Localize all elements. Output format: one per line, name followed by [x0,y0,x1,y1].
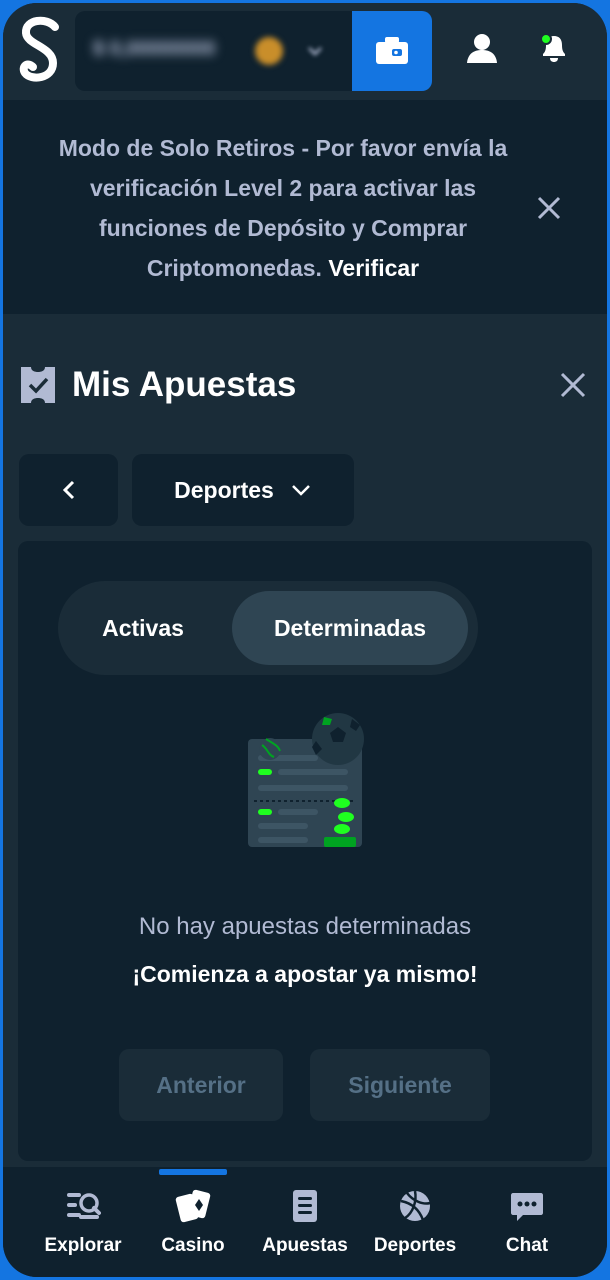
explore-icon [67,1193,101,1219]
app-frame: $ 0,00000000 Modo de Solo Retiros - Por … [3,3,607,1277]
notifications-button[interactable] [531,25,577,71]
balance-amount: $ 0,00000000 [93,38,216,60]
casino-cards-icon [175,1189,211,1223]
nav-item-chat[interactable]: Chat [475,1189,579,1259]
banner-message-block: Modo de Solo Retiros - Por favor envía l… [43,128,523,288]
empty-betslip-illustration [248,713,364,847]
my-bets-header: Mis Apuestas [3,353,607,417]
tab-active-bets[interactable]: Activas [68,591,218,665]
betslip-icon [293,1190,317,1222]
chevron-down-icon [308,47,322,56]
nav-label: Apuestas [262,1235,348,1256]
page-title: Mis Apuestas [72,365,297,404]
select-value: Deportes [174,476,274,503]
wallet-icon [376,37,408,64]
nav-label: Explorar [44,1235,122,1256]
banner-message: Modo de Solo Retiros - Por favor envía l… [58,135,508,281]
nav-item-apuestas[interactable]: Apuestas [253,1189,357,1259]
bet-type-select[interactable]: Deportes [132,454,354,526]
nav-item-casino[interactable]: Casino [141,1189,245,1259]
start-betting-cta: ¡Comienza a apostar ya mismo! [132,961,478,987]
bell-icon [540,33,565,62]
nav-item-deportes[interactable]: Deportes [363,1189,467,1259]
verify-link[interactable]: Verificar [328,255,419,281]
bottom-navigation: Explorar Casino Apuestas Deportes Chat [3,1167,607,1277]
nav-label: Chat [505,1235,549,1256]
nav-item-explorar[interactable]: Explorar [31,1189,135,1259]
next-page-button[interactable]: Siguiente [310,1049,490,1121]
chevron-down-icon [291,485,310,496]
active-tab-indicator [159,1169,227,1175]
ticket-icon [21,367,55,403]
wallet-button[interactable] [352,11,432,91]
bet-status-tabs: Activas Determinadas [58,581,478,675]
coin-icon [255,37,283,65]
previous-page-button[interactable]: Anterior [119,1049,283,1121]
nav-label: Deportes [373,1235,457,1256]
chevron-left-icon [62,480,74,500]
nav-label: Casino [161,1235,225,1256]
notification-dot [540,33,552,45]
back-button[interactable] [19,454,118,526]
close-icon[interactable] [559,371,587,399]
stake-logo-icon[interactable] [17,15,65,87]
balance-selector[interactable]: $ 0,00000000 [75,11,353,91]
chat-icon [511,1193,543,1221]
tab-settled-bets[interactable]: Determinadas [232,591,468,665]
sports-ball-icon [400,1190,431,1221]
top-header: $ 0,00000000 [3,3,607,100]
user-button[interactable] [459,25,505,71]
withdraw-only-banner: Modo de Solo Retiros - Por favor envía l… [3,100,607,314]
bets-card: Activas Determinadas No hay apuestas det… [18,541,592,1161]
close-icon[interactable] [533,192,565,224]
user-icon [467,34,497,63]
empty-message: No hay apuestas determinadas [138,913,472,940]
